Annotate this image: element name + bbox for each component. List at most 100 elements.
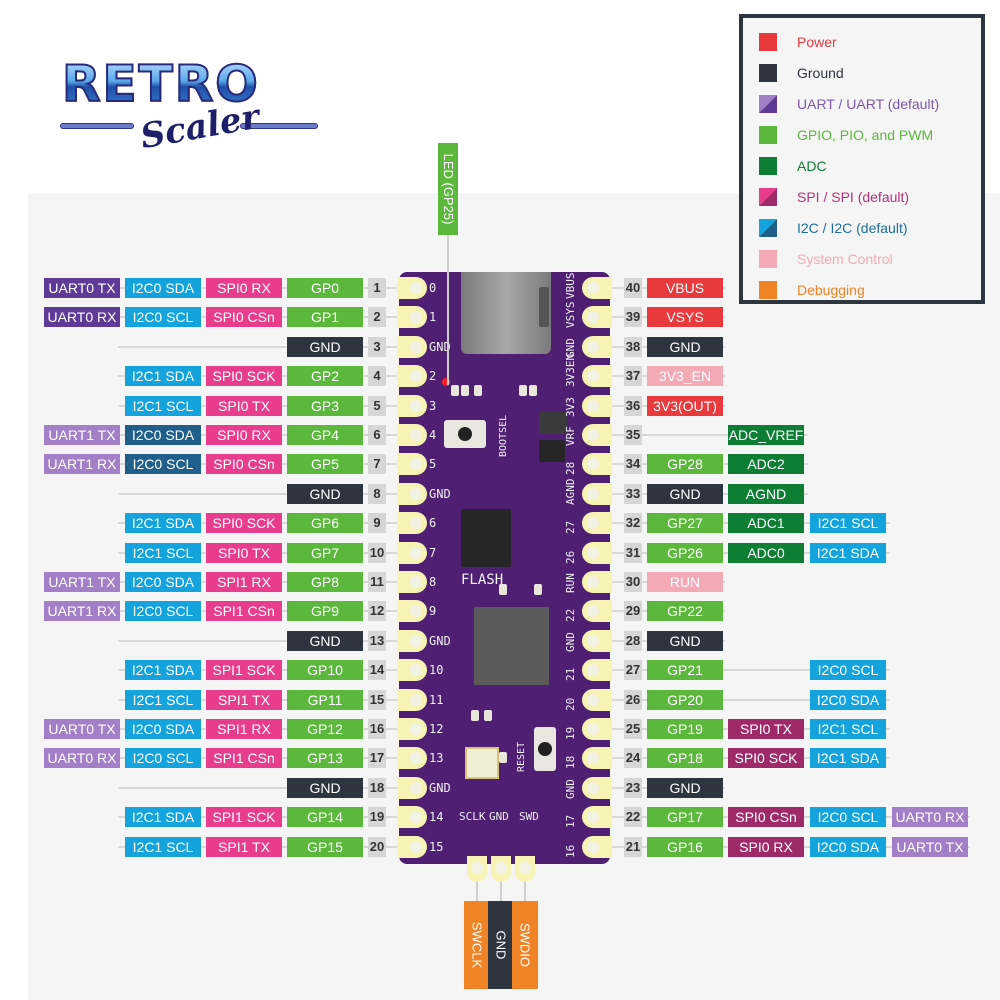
- castellated-pad: [582, 541, 612, 564]
- debug-label-text: GND: [493, 930, 509, 960]
- pin-number: 10: [368, 542, 386, 563]
- legend-label: UART / UART (default): [797, 96, 940, 112]
- silk-pin-label: 16: [564, 844, 577, 858]
- pad-hole: [410, 840, 422, 853]
- legend-item: ADC: [759, 156, 827, 176]
- castellated-pad: [397, 541, 427, 564]
- pin-number: 18: [368, 777, 386, 798]
- silk-pin-label: 20: [564, 697, 577, 711]
- i2c-label: I2C1 SCL: [125, 689, 201, 710]
- gpio-label: GP16: [647, 836, 723, 857]
- pad-hole: [587, 458, 599, 471]
- castellated-pad: [582, 747, 612, 770]
- pin-number: 40: [624, 278, 642, 298]
- castellated-pad: [582, 688, 612, 711]
- pin-number: 30: [624, 572, 642, 592]
- castellated-pad: [397, 629, 427, 652]
- i2c-label: I2C0 SCL: [125, 307, 201, 328]
- pad-hole: [587, 664, 599, 677]
- silk-pin-label: 5: [429, 457, 437, 472]
- i2c-label: I2C0 SDA: [810, 689, 886, 710]
- spi-label: SPI0 RX: [728, 836, 804, 857]
- smd-component: [461, 385, 469, 396]
- legend-item: Ground: [759, 63, 844, 83]
- pin-number: 39: [624, 307, 642, 328]
- silk-pin-label: 7: [429, 545, 437, 560]
- pin-number: 11: [368, 572, 386, 592]
- silk-pin-label: 26: [564, 550, 577, 564]
- pcb-board: BOOTSEL FLASH RESET 0 VBUS 1 VSYS GND GND 2 3V3…: [397, 272, 612, 882]
- silk-pin-label: 3V3EN: [564, 354, 577, 388]
- spi-label: SPI1 TX: [206, 689, 282, 710]
- debug-label-text: SWDIO: [517, 922, 533, 968]
- smd-component: [499, 584, 507, 595]
- spi-label: SPI1 SCK: [206, 807, 282, 828]
- pad-hole: [410, 487, 422, 500]
- legend-label: Ground: [797, 65, 844, 81]
- silk-pin-label: GND: [564, 631, 577, 652]
- spi-label: SPI0 CSn: [728, 807, 804, 828]
- castellated-pad: [397, 571, 427, 593]
- silk-reset: RESET: [516, 741, 527, 772]
- debug-pad: [491, 856, 511, 882]
- silk-debug-label: GND: [489, 810, 509, 823]
- pin-number: 27: [624, 660, 642, 681]
- power-label: 3V3(OUT): [647, 395, 723, 416]
- pin-number: 3: [368, 336, 386, 357]
- pin-number: 28: [624, 630, 642, 651]
- pad-hole: [410, 634, 422, 647]
- pad-hole: [410, 370, 422, 383]
- legend-swatch: [759, 281, 777, 299]
- flash-chip: [461, 509, 511, 567]
- castellated-pad: [397, 747, 427, 770]
- i2c-label: I2C0 SCL: [125, 748, 201, 769]
- pin-number: 33: [624, 483, 642, 504]
- silk-debug-label: SWD: [519, 810, 539, 823]
- pin-number: 22: [624, 807, 642, 828]
- legend: Power Ground UART / UART (default) GPIO, PI…: [739, 14, 985, 304]
- led-gp25-label: LED (GP25): [438, 143, 458, 235]
- pin-number: 4: [368, 366, 386, 387]
- uart-label: UART0 RX: [892, 807, 968, 828]
- castellated-pad: [397, 512, 427, 535]
- castellated-pad: [397, 453, 427, 476]
- adc-label: AGND: [728, 483, 804, 504]
- gpio-label: GP2: [287, 366, 363, 387]
- gnd-label: GND: [647, 630, 723, 651]
- pin-number: 15: [368, 689, 386, 710]
- i2c-label: I2C0 SDA: [125, 278, 201, 298]
- adc-label: ADC_VREF: [728, 425, 804, 445]
- castellated-pad: [582, 335, 612, 358]
- silk-debug-label: SCLK: [459, 810, 486, 823]
- castellated-pad: [582, 629, 612, 652]
- silk-pin-label: 0: [429, 281, 437, 295]
- gnd-label: GND: [287, 483, 363, 504]
- silk-pin-label: 11: [429, 692, 444, 707]
- castellated-pad: [397, 776, 427, 799]
- spi-label: SPI1 RX: [206, 719, 282, 739]
- power-label: VSYS: [647, 307, 723, 328]
- smd-component: [539, 287, 549, 327]
- pad-hole: [410, 458, 422, 471]
- pin-number: 5: [368, 395, 386, 416]
- legend-label: Debugging: [797, 282, 865, 298]
- i2c-label: I2C1 SCL: [810, 719, 886, 739]
- i2c-label: I2C1 SCL: [125, 836, 201, 857]
- spi-label: SPI0 RX: [206, 278, 282, 298]
- castellated-pad: [582, 512, 612, 535]
- pin-number: 26: [624, 689, 642, 710]
- pad-hole: [410, 311, 422, 324]
- castellated-pad: [397, 394, 427, 417]
- debug-pad: [467, 856, 487, 882]
- i2c-label: I2C1 SCL: [125, 542, 201, 563]
- power-label: RUN: [647, 572, 723, 592]
- uart-label: UART1 TX: [44, 572, 120, 592]
- legend-swatch: [759, 95, 777, 113]
- pad-hole: [587, 517, 599, 530]
- pin-number: 20: [368, 836, 386, 857]
- pad-hole: [410, 546, 422, 559]
- debug-label-text: SWCLK: [469, 921, 485, 969]
- uart-label: UART0 TX: [44, 719, 120, 739]
- adc-label: ADC2: [728, 454, 804, 475]
- gnd-label: GND: [647, 483, 723, 504]
